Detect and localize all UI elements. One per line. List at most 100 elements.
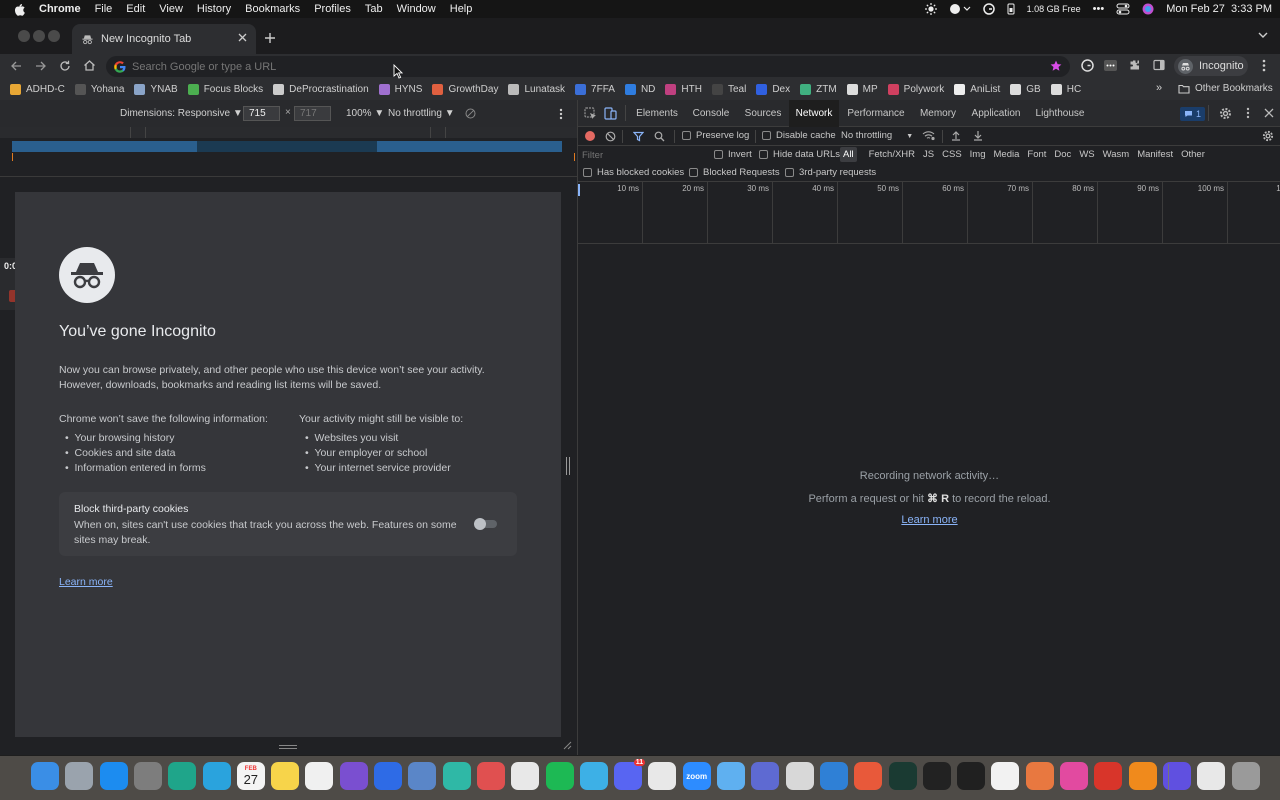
bookmark-item[interactable]: ADHD-C: [10, 83, 65, 95]
block-cookies-toggle[interactable]: [474, 518, 497, 530]
tab-console[interactable]: Console: [689, 100, 733, 127]
bookmark-item[interactable]: ND: [624, 83, 655, 95]
menu-window[interactable]: Window: [397, 3, 436, 15]
dock-app-app-store-icon[interactable]: [99, 762, 128, 790]
dock-app-craft-docs-icon[interactable]: [785, 762, 814, 790]
menu-file[interactable]: File: [95, 3, 113, 15]
throttling-select[interactable]: No throttling ▼: [841, 130, 913, 141]
bookmark-item[interactable]: GrowthDay: [432, 83, 498, 95]
omnibox[interactable]: [106, 56, 1070, 77]
device-toolbar-menu-icon[interactable]: [559, 108, 563, 120]
home-icon[interactable]: [83, 59, 96, 72]
viewport-width-resize-handle[interactable]: [566, 457, 570, 475]
invert-checkbox[interactable]: Invert: [714, 149, 752, 160]
dimensions-select[interactable]: Dimensions: Responsive ▼: [120, 108, 243, 119]
bookmark-item[interactable]: Lunatask: [508, 83, 565, 95]
dock-app-emote-icon[interactable]: [476, 762, 505, 790]
menu-bookmarks[interactable]: Bookmarks: [245, 3, 300, 15]
tab-elements[interactable]: Elements: [634, 100, 680, 127]
issues-badge[interactable]: 1: [1180, 107, 1206, 121]
dock-app-discord-icon[interactable]: 11: [614, 759, 646, 790]
dock-app-vs-code-icon[interactable]: [819, 762, 848, 790]
clear-icon[interactable]: [605, 131, 616, 142]
media-query-bar-blue[interactable]: [12, 141, 562, 152]
tab-application[interactable]: Application: [968, 100, 1024, 127]
bookmark-item[interactable]: ZTM: [800, 83, 837, 95]
checkbox-box[interactable]: [785, 167, 794, 177]
siri-icon[interactable]: [1142, 3, 1154, 15]
tab-close-icon[interactable]: [238, 33, 247, 42]
device-toolbar-toggle-icon[interactable]: [604, 107, 617, 120]
dock-app-shortcuts-icon[interactable]: [1060, 762, 1088, 790]
dock-app-mail-icon[interactable]: [442, 762, 471, 790]
tab-memory[interactable]: Memory: [915, 100, 961, 127]
filter-funnel-icon[interactable]: [633, 131, 644, 142]
dock-app-finder-icon[interactable]: [31, 762, 59, 790]
tab-search-chevron-icon[interactable]: [1258, 30, 1268, 40]
dock-app-relay-icon[interactable]: [1025, 762, 1054, 790]
inspect-element-icon[interactable]: [584, 107, 597, 120]
dock-app-linear-icon[interactable]: [751, 762, 780, 790]
dock-app-system-preferences-icon[interactable]: [133, 762, 162, 790]
dock-app-documents-icon[interactable]: [1197, 762, 1226, 790]
bookmark-item[interactable]: Dex: [756, 83, 790, 95]
dock-app-zoom-icon[interactable]: zoom: [682, 762, 711, 790]
dock-app-chatgpt-icon[interactable]: [888, 762, 917, 790]
chrome-menu-icon[interactable]: [1262, 59, 1266, 72]
viewport-height-resize-handle[interactable]: [279, 745, 297, 749]
dock-app-freeform-icon[interactable]: [305, 762, 334, 790]
devtools-close-icon[interactable]: [1264, 108, 1274, 118]
bookmark-item[interactable]: HC: [1050, 83, 1081, 95]
type-filter-doc[interactable]: Doc: [1050, 147, 1075, 162]
blocked-requests-checkbox[interactable]: Blocked Requests: [689, 167, 780, 178]
tab-new-incognito[interactable]: New Incognito Tab: [72, 24, 256, 54]
extensions-puzzle-icon[interactable]: [1129, 59, 1141, 71]
bookmarks-overflow-chevron-icon[interactable]: »: [1156, 82, 1162, 94]
omnibox-input[interactable]: [132, 60, 1012, 73]
viewport-height-input[interactable]: 717: [294, 106, 331, 121]
incognito-profile-button[interactable]: Incognito: [1174, 56, 1248, 76]
disable-cache-checkbox[interactable]: Disable cache: [762, 130, 836, 141]
tab-sources[interactable]: Sources: [741, 100, 785, 127]
bookmark-item[interactable]: MP: [846, 83, 878, 95]
checkbox-box[interactable]: [689, 167, 698, 177]
devtools-more-icon[interactable]: [1246, 107, 1250, 119]
dock-app-terminal-icon[interactable]: [922, 762, 951, 790]
network-overview-timeline[interactable]: 10 ms 20 ms 30 ms 40 ms 50 ms 60 ms 70 ms 80 ms…: [578, 182, 1280, 244]
forward-arrow-icon[interactable]: [35, 60, 47, 72]
type-filter-fetch-xhr[interactable]: Fetch/XHR: [865, 147, 919, 162]
type-filter-font[interactable]: Font: [1023, 147, 1050, 162]
checkbox-box[interactable]: [682, 130, 691, 140]
incognito-learn-more-link[interactable]: Learn more: [59, 576, 113, 588]
dock-app-telegram-icon[interactable]: [202, 762, 231, 790]
type-filter-img[interactable]: Img: [966, 147, 990, 162]
battery-status-icon[interactable]: [1007, 3, 1015, 15]
checkbox-box[interactable]: [714, 149, 723, 159]
record-button[interactable]: [585, 131, 595, 141]
third-party-requests-checkbox[interactable]: 3rd-party requests: [785, 167, 876, 178]
viewport-width-input[interactable]: 715: [243, 106, 280, 121]
checkbox-box[interactable]: [583, 167, 592, 177]
window-close-button[interactable]: [18, 30, 30, 42]
checkbox-box[interactable]: [762, 130, 771, 140]
side-panel-icon[interactable]: [1153, 59, 1165, 71]
dock-app-filerecovery-icon[interactable]: [1094, 762, 1123, 790]
menu-tab[interactable]: Tab: [365, 3, 383, 15]
bookmark-item[interactable]: GB: [1010, 83, 1041, 95]
checkbox-box[interactable]: [759, 149, 768, 159]
dock-app-preview-icon[interactable]: [408, 762, 437, 790]
grammarly-icon[interactable]: [982, 3, 995, 15]
zoom-select[interactable]: 100% ▼: [346, 108, 384, 119]
tab-performance[interactable]: Performance: [845, 100, 907, 127]
brightness-icon[interactable]: [924, 3, 937, 15]
dock-app-screens-icon[interactable]: [854, 762, 883, 790]
bookmark-item[interactable]: Yohana: [74, 83, 124, 95]
dock-app-launchpad-icon[interactable]: [65, 762, 94, 790]
export-har-icon[interactable]: [973, 130, 983, 141]
reload-icon[interactable]: [59, 60, 71, 72]
window-minimize-button[interactable]: [33, 30, 45, 42]
dock-app-things-icon[interactable]: [717, 762, 745, 790]
bookmark-item[interactable]: HYNS: [378, 83, 422, 95]
more-dots-icon[interactable]: •••: [1093, 3, 1105, 15]
window-zoom-button[interactable]: [48, 30, 60, 42]
